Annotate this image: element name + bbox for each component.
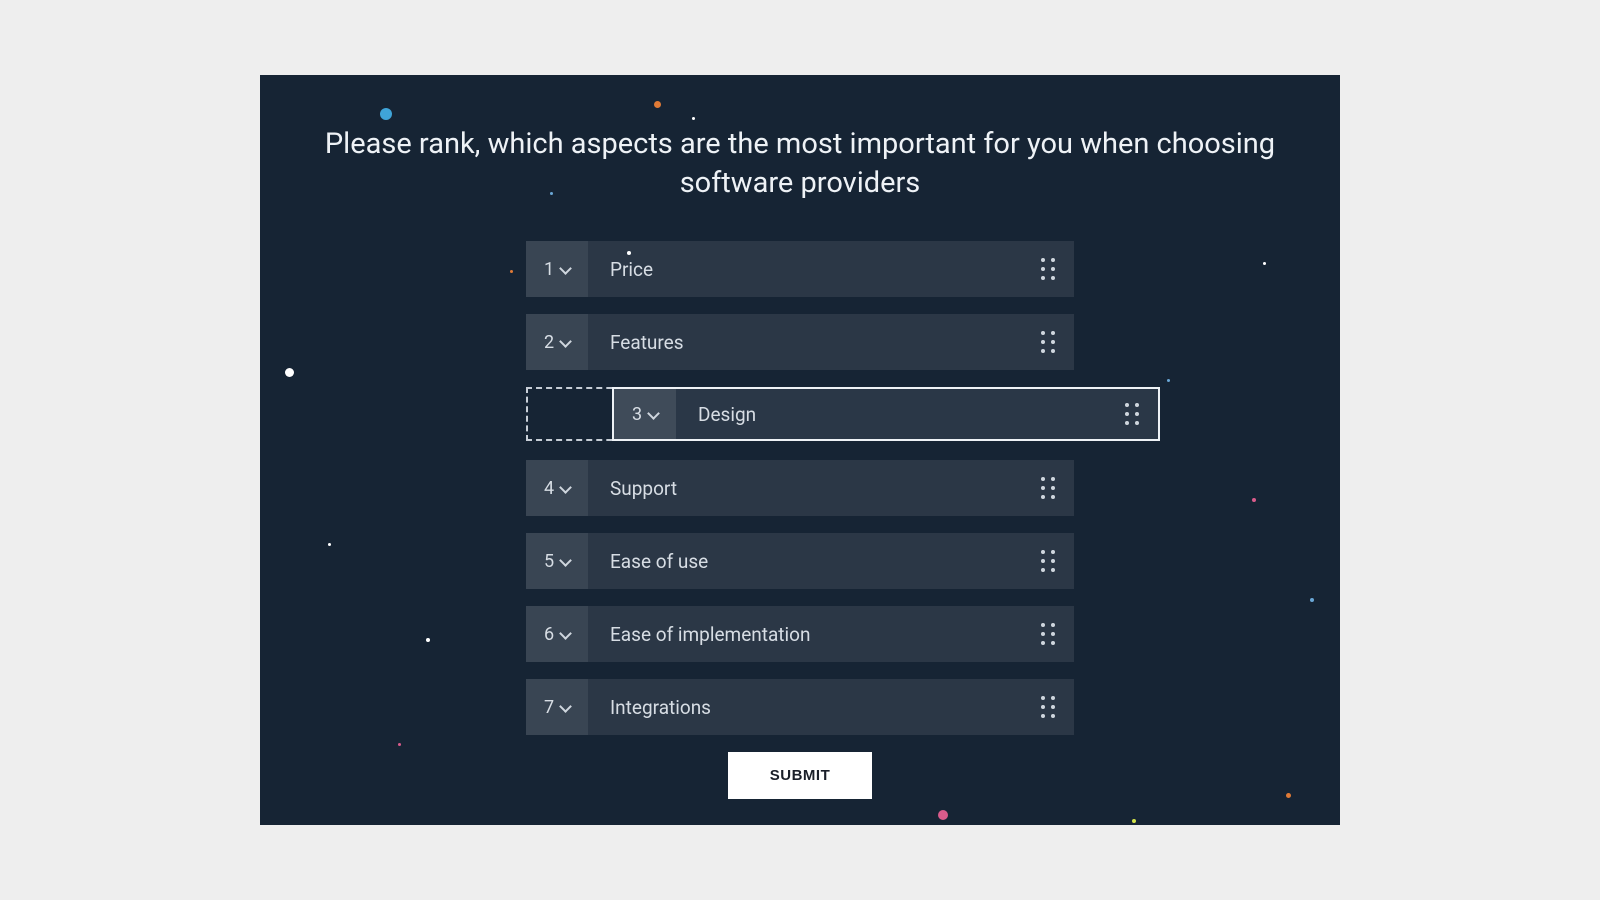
chevron-down-icon (560, 483, 570, 493)
rank-row: 1 Price (526, 241, 1074, 297)
drag-handle[interactable] (1022, 314, 1074, 370)
decorative-dot (938, 810, 948, 820)
decorative-dot (1310, 598, 1314, 602)
rank-number-select[interactable]: 4 (526, 460, 588, 516)
rank-label: Ease of use (588, 533, 1022, 589)
decorative-dot (1263, 262, 1266, 265)
question-title: Please rank, which aspects are the most … (260, 125, 1340, 203)
rank-row: 5 Ease of use (526, 533, 1074, 589)
chevron-down-icon (560, 337, 570, 347)
decorative-dot (510, 270, 513, 273)
chevron-down-icon (560, 629, 570, 639)
rank-label: Price (588, 241, 1022, 297)
drag-handle[interactable] (1022, 606, 1074, 662)
decorative-dot (380, 108, 392, 120)
decorative-dot (1132, 819, 1136, 823)
grip-icon (1041, 331, 1055, 353)
rank-number: 2 (544, 332, 554, 353)
rank-item[interactable]: 1 Price (526, 241, 1074, 297)
rank-number: 6 (544, 624, 554, 645)
rank-row: 6 Ease of implementation (526, 606, 1074, 662)
chevron-down-icon (560, 702, 570, 712)
grip-icon (1041, 477, 1055, 499)
survey-card: Please rank, which aspects are the most … (260, 75, 1340, 825)
rank-row: 2 Features (526, 314, 1074, 370)
grip-icon (1041, 623, 1055, 645)
rank-list: 1 Price 2 Features 3Design 4 Support 5 Ease of u… (526, 241, 1074, 735)
rank-number: 5 (544, 551, 554, 572)
grip-icon (1041, 696, 1055, 718)
rank-number: 7 (544, 697, 554, 718)
decorative-dot (426, 638, 430, 642)
rank-item[interactable]: 2 Features (526, 314, 1074, 370)
rank-item[interactable]: 5 Ease of use (526, 533, 1074, 589)
rank-number-select[interactable]: 3 (614, 389, 676, 439)
rank-item-dragged[interactable]: 3 Design (612, 387, 1160, 441)
rank-label: Support (588, 460, 1022, 516)
grip-icon (1041, 258, 1055, 280)
rank-item[interactable]: 7 Integrations (526, 679, 1074, 735)
chevron-down-icon (648, 409, 658, 419)
drag-handle[interactable] (1106, 389, 1158, 439)
rank-number-select[interactable]: 2 (526, 314, 588, 370)
rank-number-select[interactable]: 1 (526, 241, 588, 297)
drag-handle[interactable] (1022, 533, 1074, 589)
chevron-down-icon (560, 264, 570, 274)
rank-number: 1 (544, 259, 554, 280)
decorative-dot (692, 117, 695, 120)
rank-label: Ease of implementation (588, 606, 1022, 662)
rank-row: 4 Support (526, 460, 1074, 516)
rank-item[interactable]: 6 Ease of implementation (526, 606, 1074, 662)
decorative-dot (1252, 498, 1256, 502)
rank-row: 7 Integrations (526, 679, 1074, 735)
decorative-dot (328, 543, 331, 546)
drag-handle[interactable] (1022, 460, 1074, 516)
rank-label: Design (676, 389, 1106, 439)
decorative-dot (1167, 379, 1170, 382)
drag-handle[interactable] (1022, 241, 1074, 297)
rank-row: 3Design (526, 387, 1074, 443)
rank-number-select[interactable]: 5 (526, 533, 588, 589)
rank-number: 4 (544, 478, 554, 499)
rank-number-select[interactable]: 6 (526, 606, 588, 662)
rank-label: Features (588, 314, 1022, 370)
decorative-dot (654, 101, 661, 108)
rank-label: Integrations (588, 679, 1022, 735)
rank-item[interactable]: 4 Support (526, 460, 1074, 516)
grip-icon (1125, 403, 1139, 425)
drag-handle[interactable] (1022, 679, 1074, 735)
decorative-dot (1286, 793, 1291, 798)
decorative-dot (398, 743, 401, 746)
decorative-dot (285, 368, 294, 377)
rank-number: 3 (632, 404, 642, 425)
grip-icon (1041, 550, 1055, 572)
submit-button[interactable]: SUBMIT (728, 752, 873, 799)
rank-number-select[interactable]: 7 (526, 679, 588, 735)
chevron-down-icon (560, 556, 570, 566)
